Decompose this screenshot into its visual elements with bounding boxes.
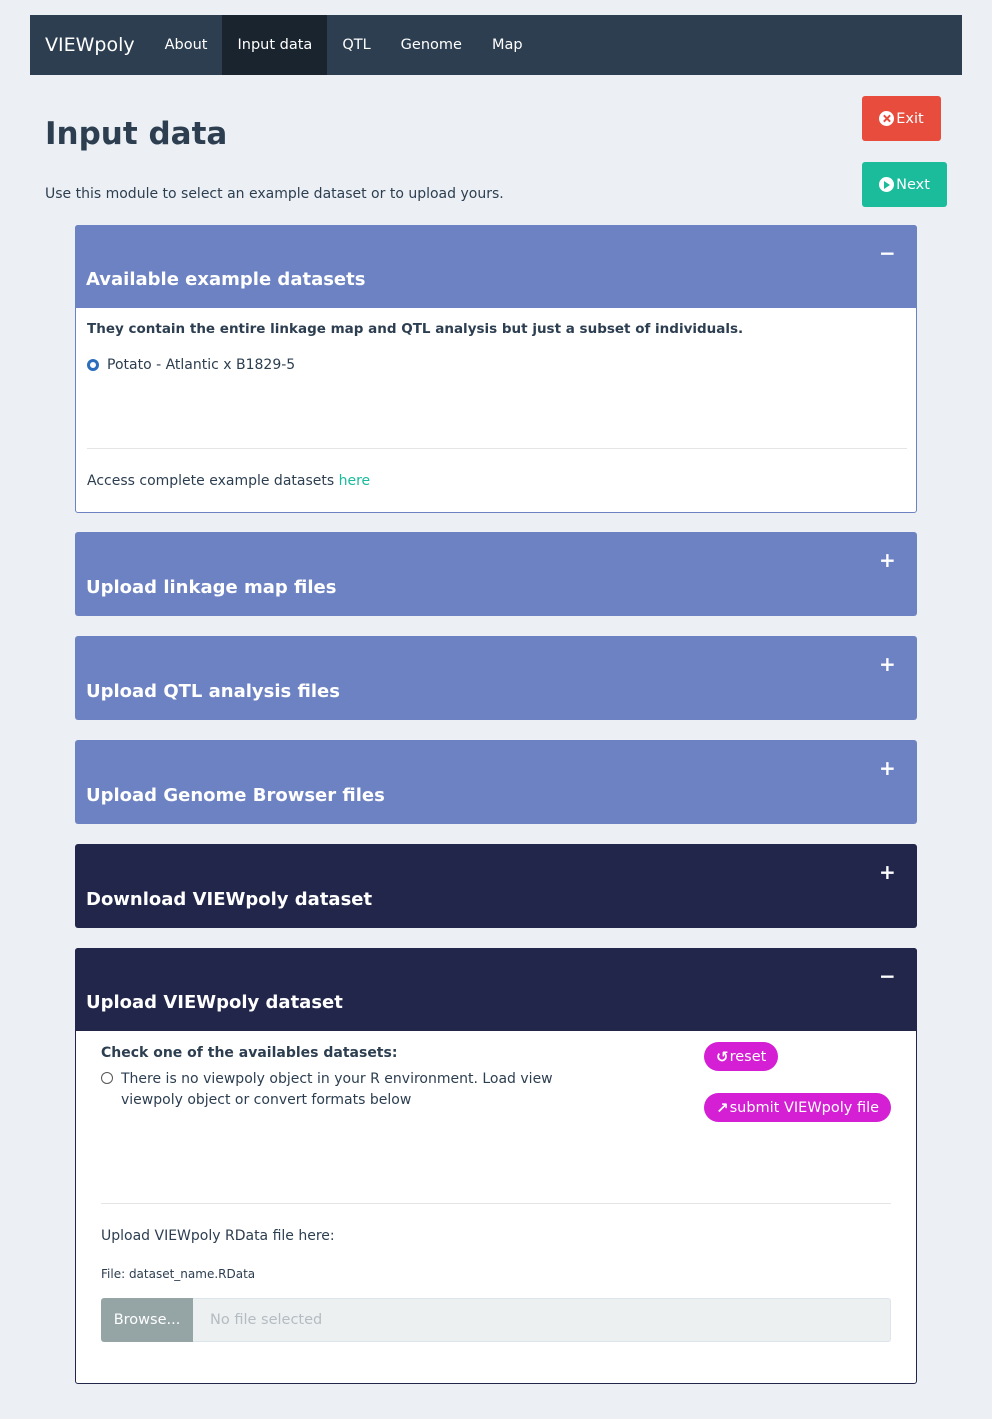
- dataset-option-label: Potato - Atlantic x B1829-5: [107, 357, 296, 373]
- reset-button-label: reset: [729, 1048, 767, 1065]
- upload-viewpoly-box: Upload VIEWpoly dataset − Check one of t…: [75, 948, 917, 1384]
- download-viewpoly-header[interactable]: Download VIEWpoly dataset +: [75, 844, 917, 928]
- navbar-brand[interactable]: VIEWpoly: [30, 15, 150, 75]
- expand-plus-icon[interactable]: +: [879, 548, 896, 572]
- file-hint: File: dataset_name.RData: [101, 1267, 256, 1281]
- box-title: Available example datasets: [86, 269, 366, 290]
- exit-button[interactable]: Exit: [862, 96, 941, 141]
- upload-genome-browser-header[interactable]: Upload Genome Browser files +: [75, 740, 917, 824]
- example-datasets-box: Available example datasets − They contai…: [75, 225, 917, 513]
- check-datasets-label: Check one of the availables datasets:: [101, 1045, 398, 1061]
- divider: [87, 448, 907, 449]
- close-circle-icon: [879, 111, 895, 126]
- expand-plus-icon[interactable]: +: [879, 756, 896, 780]
- page-intro: Use this module to select an example dat…: [45, 186, 504, 202]
- submit-viewpoly-button[interactable]: ↗ submit VIEWpoly file: [704, 1093, 892, 1122]
- next-button[interactable]: Next: [862, 162, 947, 207]
- page-title: Input data: [45, 116, 228, 152]
- example-datasets-description: They contain the entire linkage map and …: [87, 321, 744, 337]
- nav-item-input-data[interactable]: Input data: [222, 15, 328, 75]
- dataset-option-potato[interactable]: Potato - Atlantic x B1829-5: [87, 357, 295, 373]
- download-viewpoly-box: Download VIEWpoly dataset +: [75, 844, 917, 928]
- file-name-display[interactable]: No file selected: [193, 1298, 891, 1342]
- nav-item-genome[interactable]: Genome: [386, 15, 477, 75]
- nav-item-map[interactable]: Map: [477, 15, 538, 75]
- nav-item-qtl[interactable]: QTL: [327, 15, 385, 75]
- arrow-circle-right-icon: [879, 177, 895, 192]
- upload-rdata-label: Upload VIEWpoly RData file here:: [101, 1228, 335, 1244]
- radio-button-selected[interactable]: [87, 359, 99, 371]
- example-datasets-header[interactable]: Available example datasets −: [75, 225, 917, 308]
- top-navbar: VIEWpoly About Input data QTL Genome Map: [30, 15, 962, 75]
- box-title: Upload QTL analysis files: [86, 681, 340, 702]
- collapse-minus-icon[interactable]: −: [879, 964, 896, 988]
- share-icon: ↗: [716, 1098, 729, 1117]
- upload-genome-browser-box: Upload Genome Browser files +: [75, 740, 917, 824]
- here-link[interactable]: here: [339, 473, 371, 489]
- expand-plus-icon[interactable]: +: [879, 652, 896, 676]
- collapse-minus-icon[interactable]: −: [879, 241, 896, 265]
- upload-qtl-analysis-header[interactable]: Upload QTL analysis files +: [75, 636, 917, 720]
- submit-button-label: submit VIEWpoly file: [729, 1099, 880, 1116]
- file-upload-field[interactable]: Browse... No file selected: [101, 1298, 891, 1342]
- divider: [101, 1203, 891, 1204]
- reset-button[interactable]: ↺ reset: [704, 1042, 779, 1071]
- box-title: Upload VIEWpoly dataset: [86, 992, 343, 1013]
- upload-viewpoly-header[interactable]: Upload VIEWpoly dataset −: [75, 948, 917, 1031]
- no-viewpoly-object-option[interactable]: There is no viewpoly object in your R en…: [121, 1069, 601, 1111]
- box-title: Upload linkage map files: [86, 577, 337, 598]
- access-complete-datasets: Access complete example datasets here: [87, 473, 370, 489]
- access-text: Access complete example datasets: [87, 473, 339, 489]
- expand-plus-icon[interactable]: +: [879, 860, 896, 884]
- exit-button-label: Exit: [896, 110, 924, 127]
- box-title: Download VIEWpoly dataset: [86, 889, 373, 910]
- upload-linkage-map-box: Upload linkage map files +: [75, 532, 917, 616]
- next-button-label: Next: [896, 176, 930, 193]
- radio-button[interactable]: [101, 1072, 113, 1084]
- browse-button[interactable]: Browse...: [101, 1298, 193, 1342]
- upload-linkage-map-header[interactable]: Upload linkage map files +: [75, 532, 917, 616]
- nav-item-about[interactable]: About: [150, 15, 223, 75]
- undo-icon: ↺: [716, 1047, 729, 1066]
- upload-qtl-analysis-box: Upload QTL analysis files +: [75, 636, 917, 720]
- box-title: Upload Genome Browser files: [86, 785, 385, 806]
